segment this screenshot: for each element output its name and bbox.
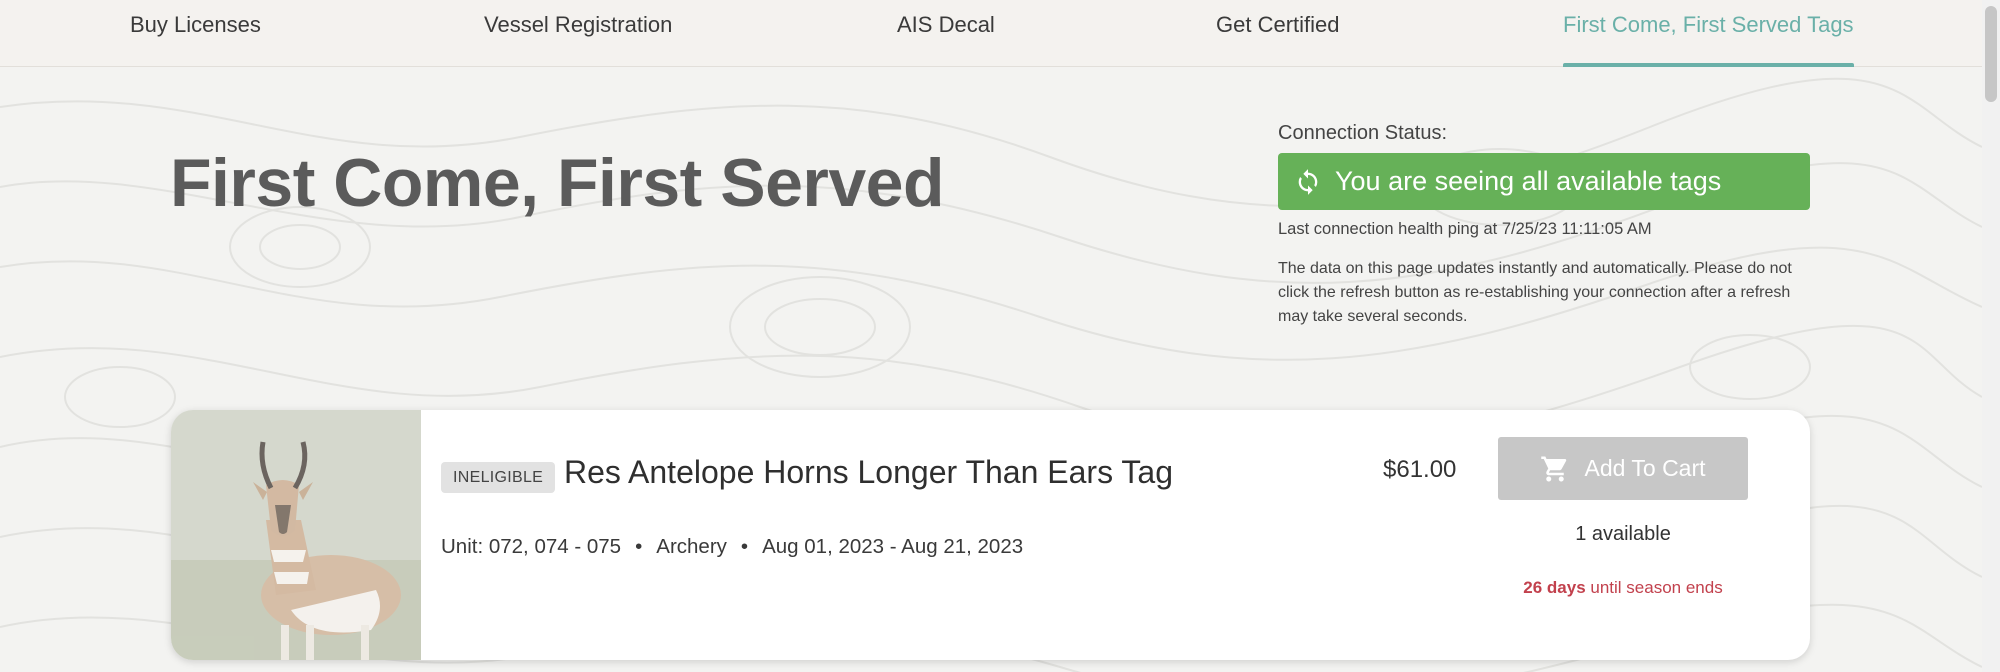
connection-status-panel: Connection Status: You are seeing all av… <box>1278 122 1810 329</box>
scrollbar-thumb[interactable] <box>1985 6 1997 102</box>
tag-card: INELIGIBLE Res Antelope Horns Longer Tha… <box>171 410 1810 660</box>
tag-dates: Aug 01, 2023 - Aug 21, 2023 <box>762 535 1024 558</box>
tag-price: $61.00 <box>1383 456 1457 483</box>
nav-get-certified[interactable]: Get Certified <box>1216 0 1340 67</box>
page-title: First Come, First Served <box>170 145 945 221</box>
connection-info-text: The data on this page updates instantly … <box>1278 260 1792 325</box>
season-days: 26 days <box>1523 578 1586 597</box>
available-count: 1 available <box>1575 523 1671 545</box>
nav-label: Get Certified <box>1216 12 1340 37</box>
nav-buy-licenses[interactable]: Buy Licenses <box>130 0 261 67</box>
page-scrollbar[interactable] <box>1982 0 2000 672</box>
nav-label: AIS Decal <box>897 12 995 37</box>
tag-details: Unit: 072, 074 - 075 • Archery • Aug 01, 202… <box>441 535 1023 559</box>
connection-status-label: Connection Status: <box>1278 122 1447 144</box>
pronghorn-antelope-photo <box>171 410 421 660</box>
top-navigation: Buy Licenses Vessel Registration AIS Dec… <box>0 0 1982 67</box>
add-to-cart-button[interactable]: Add To Cart <box>1498 437 1748 500</box>
nav-first-come-first-served-tags[interactable]: First Come, First Served Tags <box>1563 0 1854 67</box>
season-suffix: until season ends <box>1590 578 1723 597</box>
add-to-cart-label: Add To Cart <box>1584 455 1706 481</box>
connection-status-box[interactable]: You are seeing all available tags <box>1278 153 1810 210</box>
season-countdown: 26 days until season ends <box>1498 578 1748 598</box>
ineligible-badge: INELIGIBLE <box>441 462 556 493</box>
last-ping-text: Last connection health ping at 7/25/23 1… <box>1278 220 1652 238</box>
sync-icon <box>1298 168 1318 195</box>
nav-label: Buy Licenses <box>130 12 261 37</box>
nav-ais-decal[interactable]: AIS Decal <box>897 0 995 67</box>
separator-dot: • <box>635 535 643 558</box>
connection-status-text: You are seeing all available tags <box>1335 166 1722 196</box>
active-tab-underline <box>1563 63 1854 67</box>
nav-label: First Come, First Served Tags <box>1563 12 1854 37</box>
tag-method: Archery <box>656 535 727 558</box>
tag-unit: Unit: 072, 074 - 075 <box>441 535 622 558</box>
nav-vessel-registration[interactable]: Vessel Registration <box>484 0 672 67</box>
nav-label: Vessel Registration <box>484 12 673 37</box>
separator-dot: • <box>740 535 749 558</box>
tag-title: Res Antelope Horns Longer Than Ears Tag <box>564 454 1173 490</box>
antelope-image <box>171 410 421 660</box>
cart-icon <box>1541 456 1567 481</box>
